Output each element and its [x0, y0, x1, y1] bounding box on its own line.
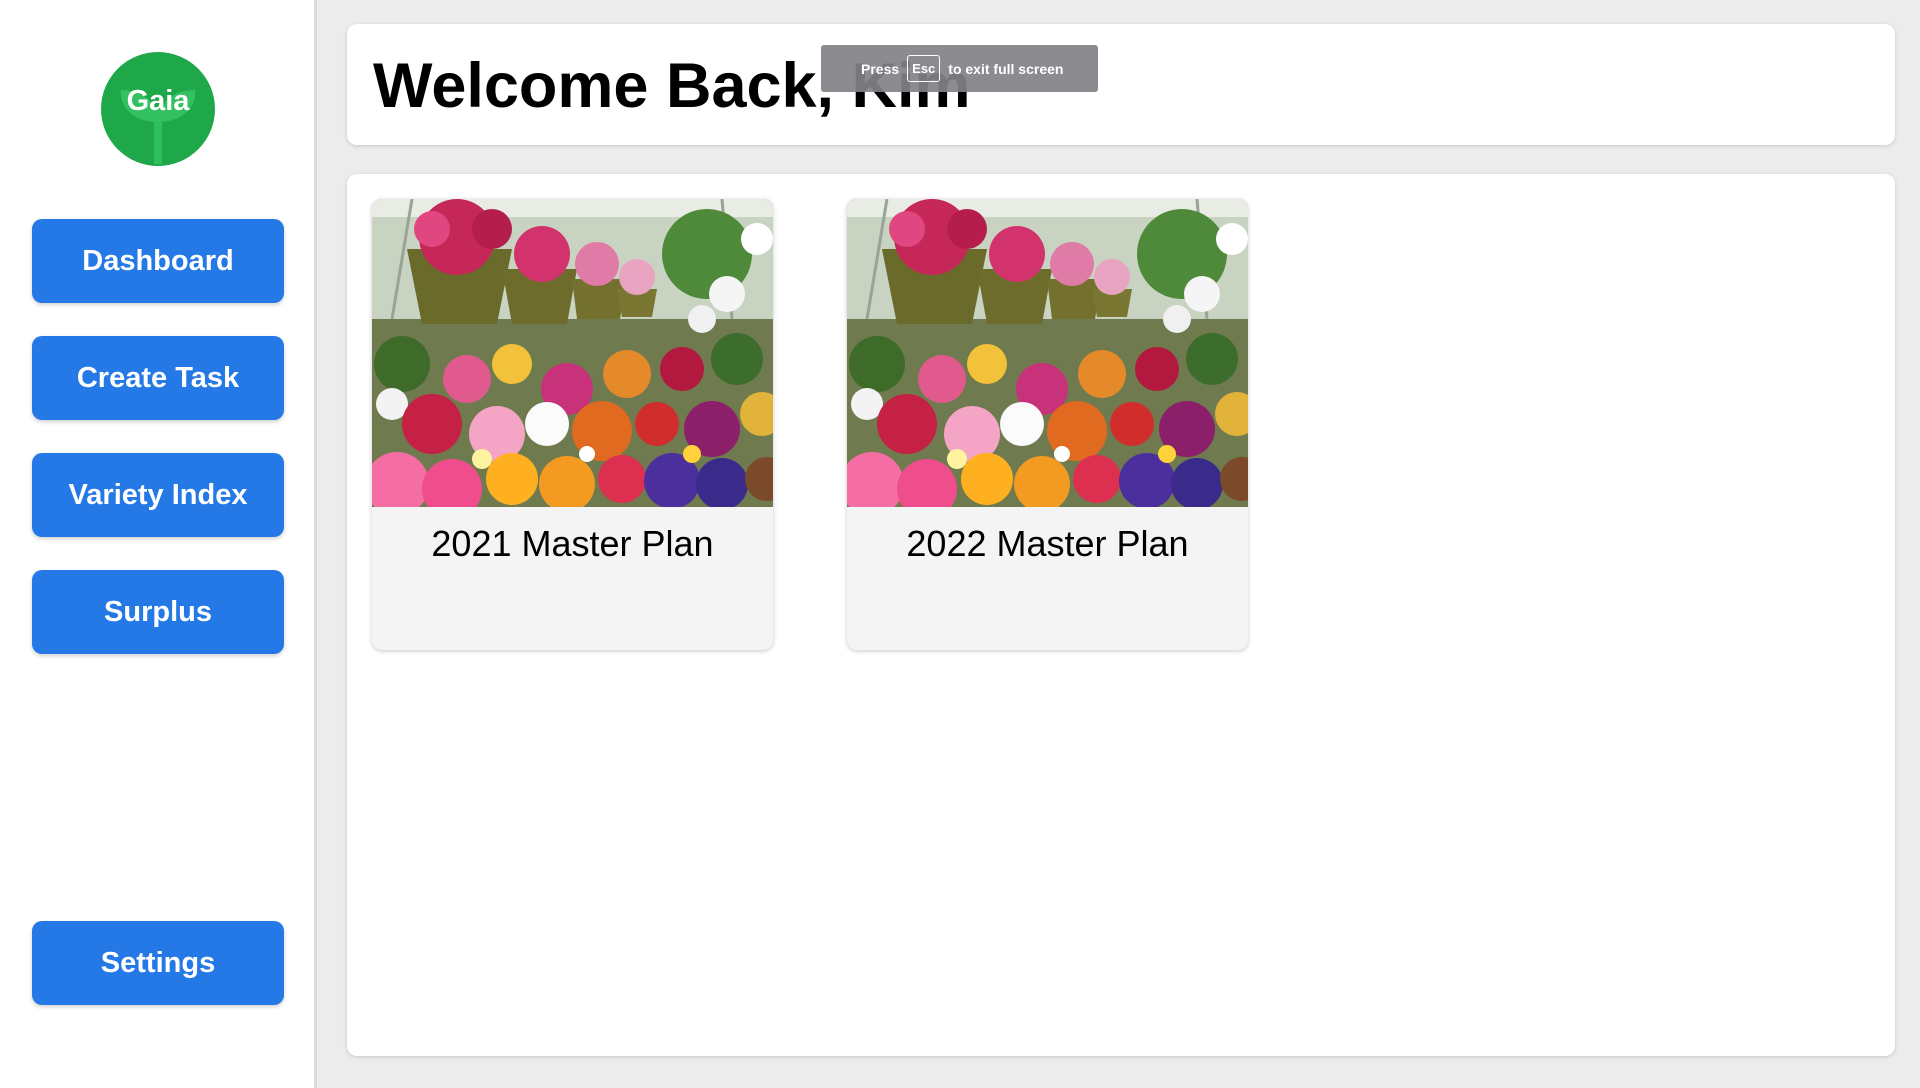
toast-prefix: Press [861, 60, 900, 77]
sidebar: Gaia Dashboard Create Task Variety Index… [0, 0, 317, 1088]
esc-key-badge: Esc [907, 55, 941, 82]
plan-title: 2022 Master Plan [906, 523, 1189, 564]
plan-card-2022[interactable]: 2022 Master Plan [847, 199, 1248, 650]
logo-text: Gaia [126, 85, 190, 117]
toast-suffix: to exit full screen [948, 60, 1064, 77]
app-root: Gaia Dashboard Create Task Variety Index… [0, 0, 1920, 1088]
dashboard-button[interactable]: Dashboard [32, 219, 284, 303]
fullscreen-toast: Press Esc to exit full screen [821, 45, 1098, 92]
variety-index-button[interactable]: Variety Index [32, 453, 284, 537]
surplus-button[interactable]: Surplus [32, 570, 284, 654]
create-task-button[interactable]: Create Task [32, 336, 284, 420]
welcome-header: Welcome Back, Kim [347, 24, 1895, 145]
gaia-logo[interactable]: Gaia [101, 52, 215, 166]
plan-image-flowers [372, 199, 773, 507]
plan-image-flowers [847, 199, 1248, 507]
plans-panel: 2021 Master Plan 2022 Master Plan [347, 174, 1895, 1056]
plan-title: 2021 Master Plan [431, 523, 714, 564]
plan-card-2021[interactable]: 2021 Master Plan [372, 199, 773, 650]
settings-button[interactable]: Settings [32, 921, 284, 1005]
